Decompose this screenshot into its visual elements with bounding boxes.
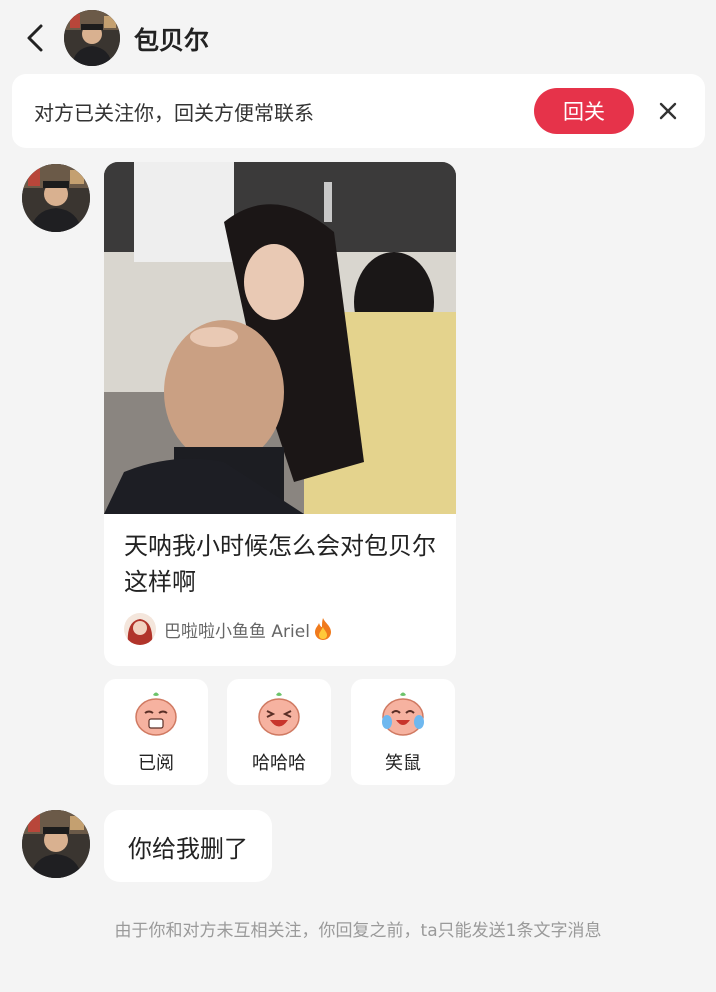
chat-header: 包贝尔 <box>0 0 716 76</box>
shared-post-card[interactable]: 天呐我小时候怎么会对包贝尔这样啊 巴啦啦小鱼鱼 Ariel <box>104 162 456 666</box>
follow-back-button[interactable]: 回关 <box>534 88 634 134</box>
follow-back-message: 对方已关注你，回关方便常联系 <box>34 101 314 125</box>
fire-icon <box>314 618 331 640</box>
reaction-laugh-cry[interactable]: 笑鼠 <box>351 679 455 785</box>
close-banner-button[interactable] <box>652 95 684 127</box>
back-button[interactable] <box>18 18 52 58</box>
reaction-label: 已阅 <box>138 753 174 774</box>
close-icon <box>659 102 677 120</box>
contact-avatar[interactable] <box>64 10 120 66</box>
shared-post-title: 天呐我小时候怎么会对包贝尔这样啊 <box>124 532 436 596</box>
reaction-label: 笑鼠 <box>385 753 421 774</box>
sender-avatar[interactable] <box>22 810 90 878</box>
reaction-label: 哈哈哈 <box>252 753 306 774</box>
reaction-read[interactable]: 已阅 <box>104 679 208 785</box>
laugh-cry-emoji-icon <box>382 692 424 736</box>
follow-back-banner: 对方已关注你，回关方便常联系 回关 <box>12 74 705 148</box>
sender-avatar[interactable] <box>22 164 90 232</box>
read-emoji-icon <box>135 692 177 736</box>
reaction-laugh[interactable]: 哈哈哈 <box>227 679 331 785</box>
laugh-emoji-icon <box>258 692 300 736</box>
shared-post-author[interactable]: 巴啦啦小鱼鱼 Ariel <box>124 612 334 646</box>
system-notice: 由于你和对方未互相关注，你回复之前，ta只能发送1条文字消息 <box>114 921 602 941</box>
contact-name: 包贝尔 <box>134 26 210 55</box>
author-name: 巴啦啦小鱼鱼 Ariel <box>164 621 310 642</box>
chevron-left-icon <box>27 24 43 52</box>
message-bubble[interactable]: 你给我删了 <box>104 810 272 882</box>
shared-post-image <box>104 162 456 514</box>
author-avatar <box>124 613 156 645</box>
